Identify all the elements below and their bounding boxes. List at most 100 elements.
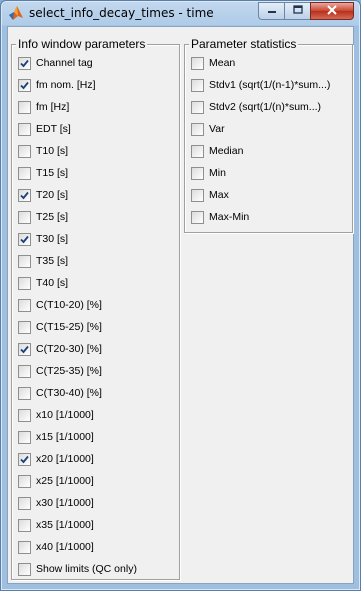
checkbox-box[interactable] bbox=[191, 144, 204, 158]
checkmark-icon bbox=[20, 191, 29, 199]
checkbox-box[interactable] bbox=[18, 408, 31, 422]
checkbox-box[interactable] bbox=[18, 232, 31, 246]
checkmark-icon bbox=[20, 455, 29, 463]
checkbox-x25-1-1000[interactable]: x25 [1/1000] bbox=[18, 473, 94, 489]
checkbox-c-t15-25[interactable]: C(T15-25) [%] bbox=[18, 319, 102, 335]
checkbox-c-t30-40[interactable]: C(T30-40) [%] bbox=[18, 385, 102, 401]
checkbox-label: T40 [s] bbox=[36, 277, 69, 289]
checkbox-label: x30 [1/1000] bbox=[36, 497, 94, 509]
checkbox-channel-tag[interactable]: Channel tag bbox=[18, 55, 93, 71]
checkbox-label: C(T30-40) [%] bbox=[36, 387, 102, 399]
minimize-button[interactable] bbox=[258, 2, 284, 20]
checkbox-show-limits-qc-only[interactable]: Show limits (QC only) bbox=[18, 561, 137, 577]
checkbox-box[interactable] bbox=[191, 100, 204, 114]
checkbox-x20-1-1000[interactable]: x20 [1/1000] bbox=[18, 451, 94, 467]
checkmark-icon bbox=[20, 59, 29, 67]
checkbox-label: x25 [1/1000] bbox=[36, 475, 94, 487]
checkbox-box[interactable] bbox=[18, 56, 31, 70]
checkbox-stdv2-sqrt-1-n-sum[interactable]: Stdv2 (sqrt(1/(n)*sum...) bbox=[191, 99, 321, 115]
checkbox-edt-s[interactable]: EDT [s] bbox=[18, 121, 71, 137]
checkbox-label: x20 [1/1000] bbox=[36, 453, 94, 465]
checkbox-t40-s[interactable]: T40 [s] bbox=[18, 275, 68, 291]
checkbox-box[interactable] bbox=[18, 562, 31, 576]
checkbox-box[interactable] bbox=[191, 56, 204, 70]
checkbox-mean[interactable]: Mean bbox=[191, 55, 235, 71]
checkbox-box[interactable] bbox=[18, 496, 31, 510]
checkbox-x30-1-1000[interactable]: x30 [1/1000] bbox=[18, 495, 94, 511]
checkbox-label: fm nom. [Hz] bbox=[36, 79, 96, 91]
checkbox-box[interactable] bbox=[18, 78, 31, 92]
checkbox-label: x40 [1/1000] bbox=[36, 541, 94, 553]
client-area: Info window parameters Channel tag fm nom… bbox=[7, 26, 354, 584]
checkbox-label: Channel tag bbox=[36, 57, 93, 69]
checkbox-label: Var bbox=[209, 123, 225, 135]
checkbox-box[interactable] bbox=[18, 320, 31, 334]
info-panel-title: Info window parameters bbox=[16, 37, 148, 51]
checkbox-label: x10 [1/1000] bbox=[36, 409, 94, 421]
checkbox-box[interactable] bbox=[18, 342, 31, 356]
checkbox-box[interactable] bbox=[18, 144, 31, 158]
maximize-icon bbox=[292, 5, 303, 17]
checkbox-label: Median bbox=[209, 145, 244, 157]
checkbox-t15-s[interactable]: T15 [s] bbox=[18, 165, 68, 181]
checkbox-label: x15 [1/1000] bbox=[36, 431, 94, 443]
checkbox-var[interactable]: Var bbox=[191, 121, 225, 137]
checkbox-x10-1-1000[interactable]: x10 [1/1000] bbox=[18, 407, 94, 423]
checkbox-t35-s[interactable]: T35 [s] bbox=[18, 253, 68, 269]
checkbox-c-t20-30[interactable]: C(T20-30) [%] bbox=[18, 341, 102, 357]
checkbox-label: C(T20-30) [%] bbox=[36, 343, 102, 355]
checkbox-box[interactable] bbox=[18, 210, 31, 224]
checkbox-label: Min bbox=[209, 167, 226, 179]
checkbox-box[interactable] bbox=[18, 474, 31, 488]
checkbox-fm-nom-hz[interactable]: fm nom. [Hz] bbox=[18, 77, 96, 93]
checkbox-label: T25 [s] bbox=[36, 211, 69, 223]
checkbox-box[interactable] bbox=[18, 122, 31, 136]
title-bar[interactable]: select_info_decay_times - time bbox=[1, 1, 360, 25]
checkbox-t10-s[interactable]: T10 [s] bbox=[18, 143, 68, 159]
checkbox-label: C(T10-20) [%] bbox=[36, 299, 102, 311]
checkbox-box[interactable] bbox=[191, 166, 204, 180]
checkbox-box[interactable] bbox=[18, 254, 31, 268]
checkbox-box[interactable] bbox=[18, 276, 31, 290]
checkbox-box[interactable] bbox=[18, 540, 31, 554]
checkbox-stdv1-sqrt-1-n-1-sum[interactable]: Stdv1 (sqrt(1/(n-1)*sum...) bbox=[191, 77, 330, 93]
checkmark-icon bbox=[20, 345, 29, 353]
checkbox-box[interactable] bbox=[18, 364, 31, 378]
checkbox-x40-1-1000[interactable]: x40 [1/1000] bbox=[18, 539, 94, 555]
checkbox-max-min[interactable]: Max-Min bbox=[191, 209, 249, 225]
checkbox-t30-s[interactable]: T30 [s] bbox=[18, 231, 68, 247]
checkbox-label: Max bbox=[209, 189, 229, 201]
checkbox-label: fm [Hz] bbox=[36, 101, 70, 113]
checkbox-box[interactable] bbox=[18, 430, 31, 444]
checkbox-min[interactable]: Min bbox=[191, 165, 226, 181]
checkbox-box[interactable] bbox=[191, 210, 204, 224]
checkbox-median[interactable]: Median bbox=[191, 143, 243, 159]
checkbox-box[interactable] bbox=[191, 122, 204, 136]
checkbox-c-t25-35[interactable]: C(T25-35) [%] bbox=[18, 363, 102, 379]
checkbox-t20-s[interactable]: T20 [s] bbox=[18, 187, 68, 203]
checkbox-x35-1-1000[interactable]: x35 [1/1000] bbox=[18, 517, 94, 533]
checkbox-box[interactable] bbox=[191, 78, 204, 92]
checkbox-box[interactable] bbox=[18, 188, 31, 202]
matlab-icon[interactable] bbox=[8, 5, 24, 21]
checkbox-label: T10 [s] bbox=[36, 145, 69, 157]
checkbox-box[interactable] bbox=[191, 188, 204, 202]
checkbox-x15-1-1000[interactable]: x15 [1/1000] bbox=[18, 429, 94, 445]
checkbox-label: C(T15-25) [%] bbox=[36, 321, 102, 333]
checkbox-box[interactable] bbox=[18, 452, 31, 466]
checkbox-box[interactable] bbox=[18, 100, 31, 114]
checkbox-t25-s[interactable]: T25 [s] bbox=[18, 209, 68, 225]
checkbox-label: EDT [s] bbox=[36, 123, 71, 135]
checkbox-box[interactable] bbox=[18, 518, 31, 532]
checkbox-max[interactable]: Max bbox=[191, 187, 229, 203]
checkbox-box[interactable] bbox=[18, 386, 31, 400]
checkbox-c-t10-20[interactable]: C(T10-20) [%] bbox=[18, 297, 102, 313]
checkbox-box[interactable] bbox=[18, 298, 31, 312]
checkbox-label: T20 [s] bbox=[36, 189, 69, 201]
minimize-icon bbox=[267, 5, 277, 17]
maximize-button[interactable] bbox=[284, 2, 310, 20]
checkbox-fm-hz[interactable]: fm [Hz] bbox=[18, 99, 69, 115]
checkbox-box[interactable] bbox=[18, 166, 31, 180]
checkbox-label: Stdv2 (sqrt(1/(n)*sum...) bbox=[209, 101, 322, 113]
close-button[interactable] bbox=[310, 2, 354, 20]
